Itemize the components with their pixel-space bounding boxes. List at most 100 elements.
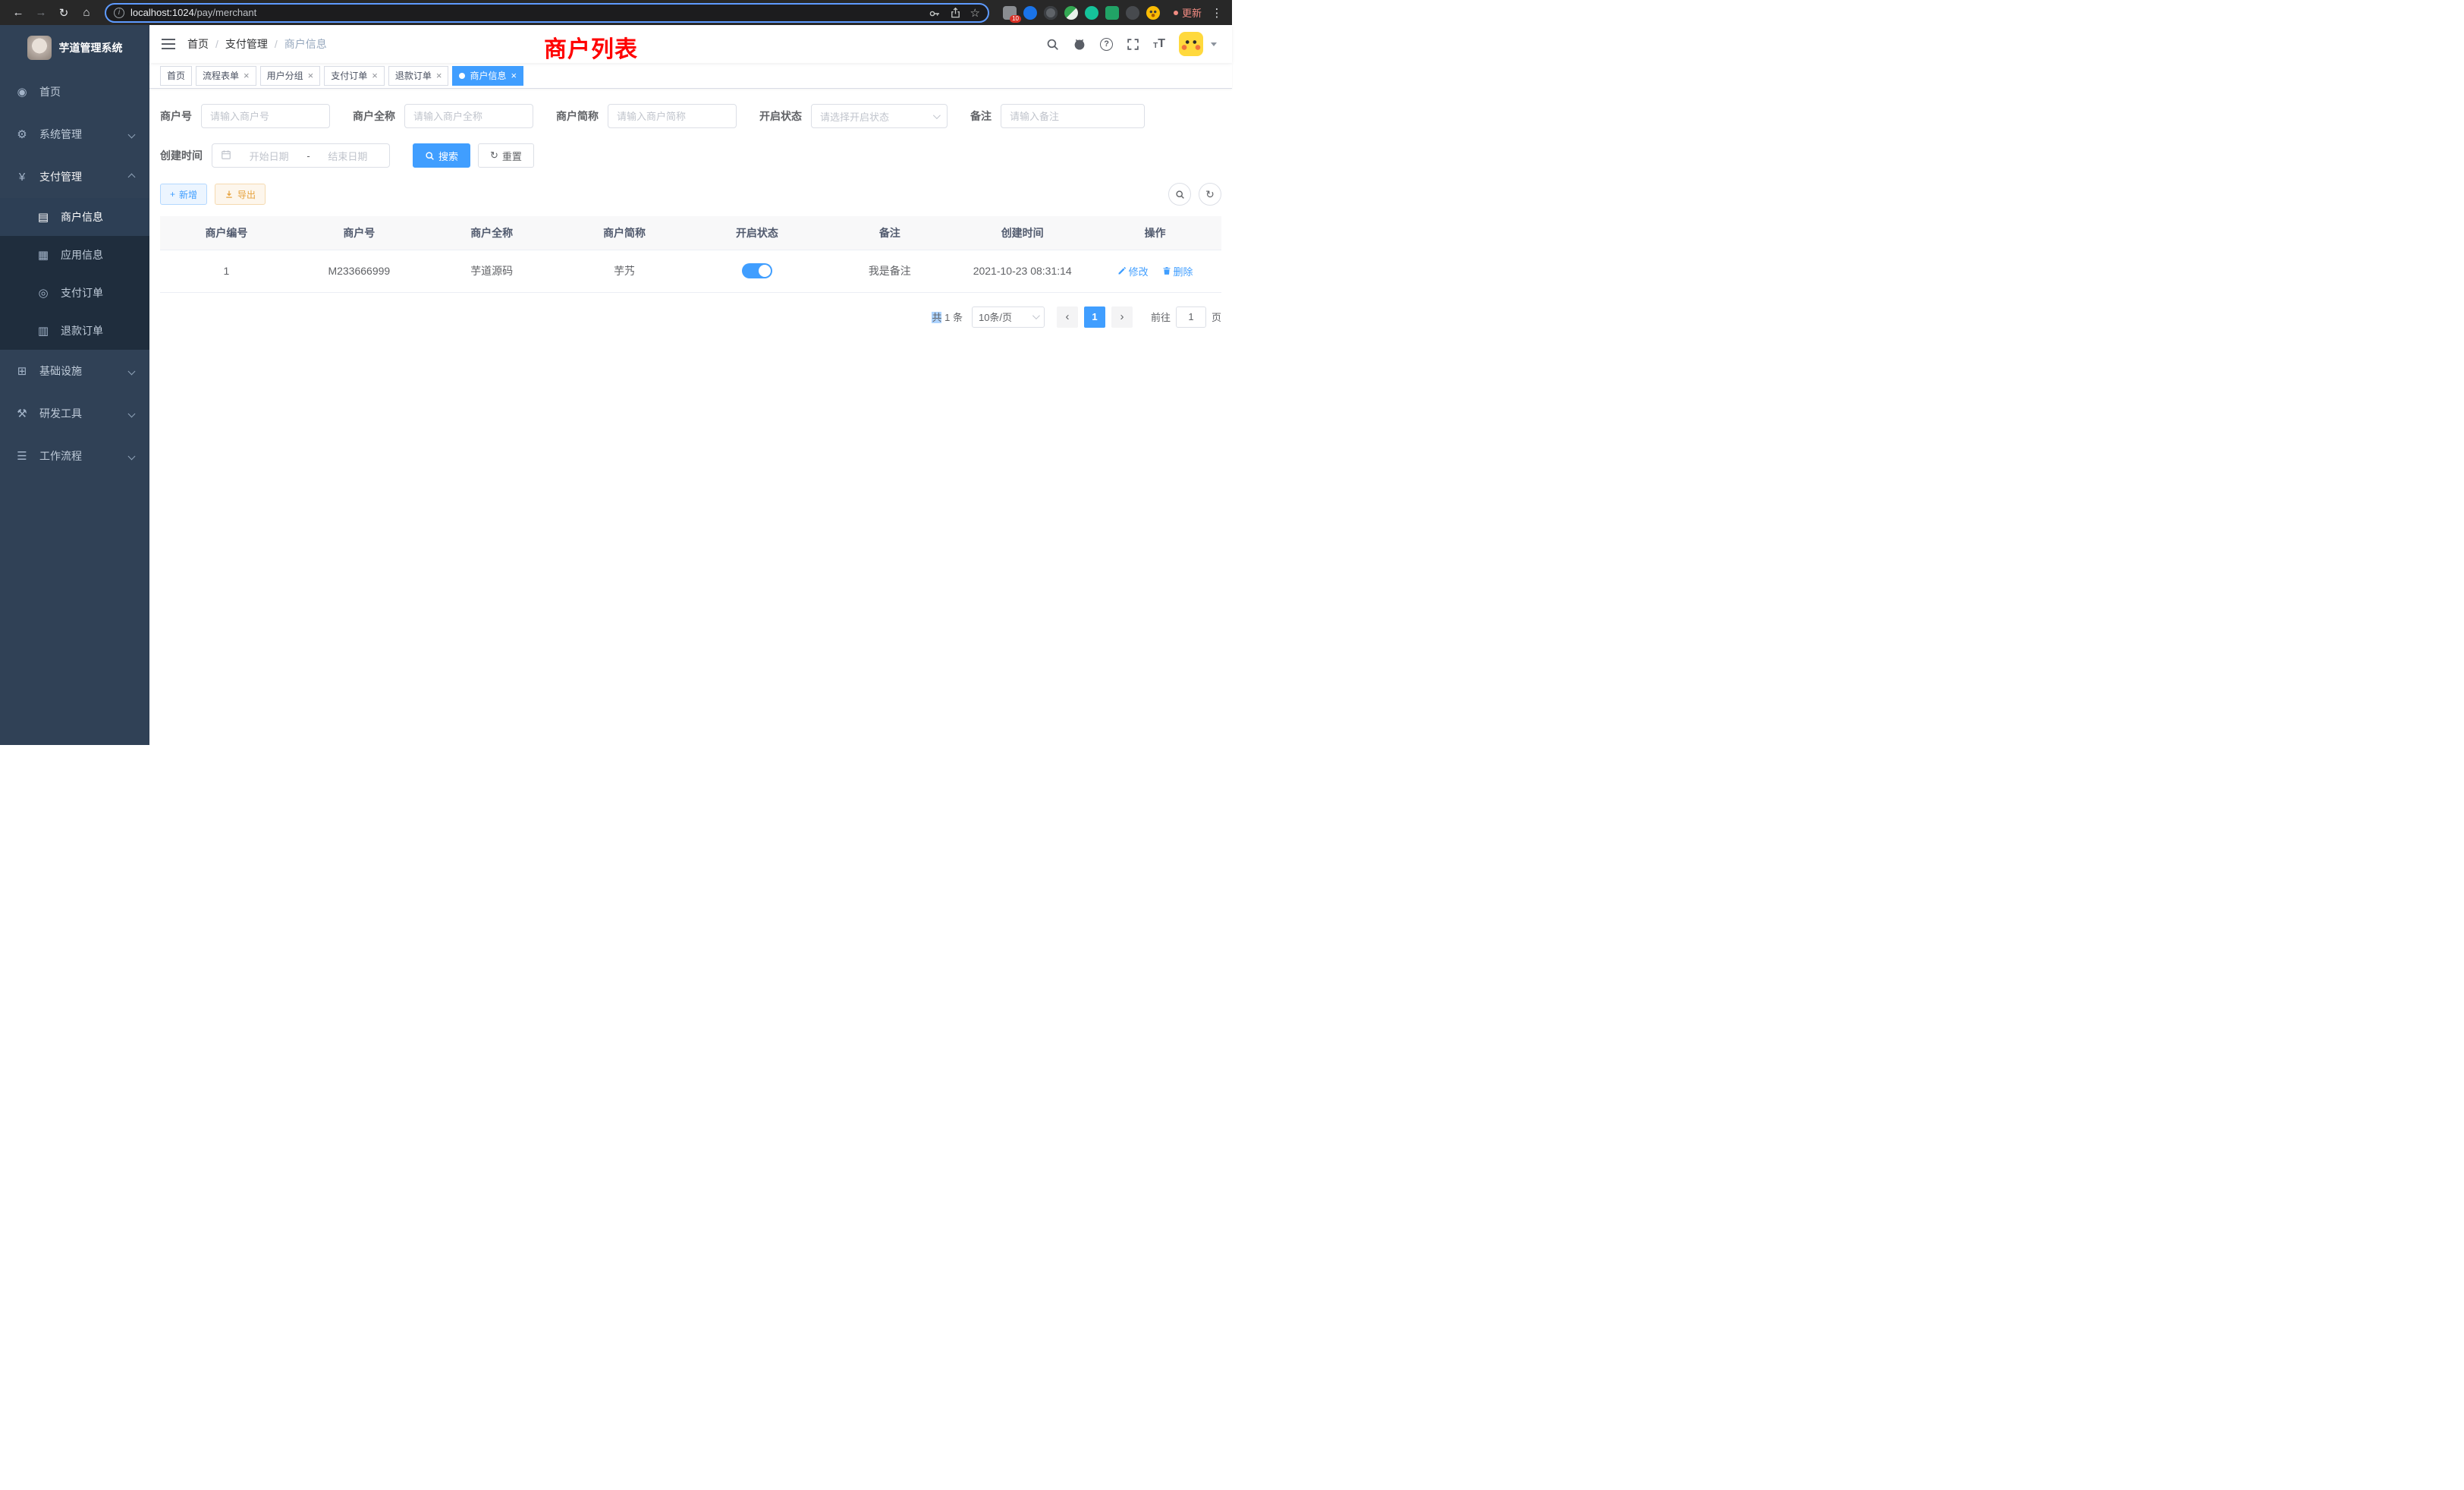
merchant-full-input[interactable] — [413, 111, 524, 122]
browser-menu-icon[interactable]: ⋮ — [1209, 6, 1224, 20]
refresh-table-button[interactable]: ↻ — [1199, 183, 1221, 206]
breadcrumb: 首页 / 支付管理 / 商户信息 — [187, 36, 327, 52]
extensions-puzzle-icon[interactable]: 10 — [1003, 6, 1017, 20]
payment-submenu: ▤ 商户信息 ▦ 应用信息 ◎ 支付订单 ▥ 退款订单 — [0, 198, 149, 350]
breadcrumb-item-current: 商户信息 — [284, 36, 327, 52]
page-button-1[interactable]: 1 — [1084, 306, 1105, 328]
extension-icon[interactable] — [1126, 6, 1139, 20]
browser-update-button[interactable]: 更新 — [1168, 5, 1208, 20]
merchant-short-input[interactable] — [617, 111, 728, 122]
help-icon[interactable]: ? — [1100, 38, 1113, 51]
plus-icon: + — [170, 189, 175, 200]
close-icon[interactable]: × — [308, 71, 314, 80]
site-info-icon[interactable]: i — [114, 8, 124, 18]
sidebar-item-label: 支付订单 — [61, 285, 103, 300]
sidebar-item-refund-orders[interactable]: ▥ 退款订单 — [0, 312, 149, 350]
refund-doc-icon: ▥ — [36, 324, 50, 338]
start-date-placeholder[interactable]: 开始日期 — [236, 149, 302, 163]
reset-button[interactable]: ↻ 重置 — [478, 143, 534, 168]
share-icon[interactable] — [950, 7, 961, 19]
col-merchant-name: 商户全称 — [426, 216, 558, 250]
back-icon[interactable]: ← — [8, 2, 29, 24]
date-range-picker[interactable]: 开始日期 - 结束日期 — [212, 143, 390, 168]
user-menu-caret-icon[interactable] — [1211, 42, 1217, 46]
profile-avatar-icon[interactable] — [1146, 6, 1160, 20]
extension-icon[interactable] — [1085, 6, 1098, 20]
sidebar-item-dev-tools[interactable]: ⚒ 研发工具 — [0, 392, 149, 435]
breadcrumb-item[interactable]: 支付管理 — [225, 36, 268, 52]
edit-link[interactable]: 修改 — [1117, 264, 1149, 278]
merchant-short-label: 商户简称 — [556, 108, 608, 124]
sidebar-item-pay-orders[interactable]: ◎ 支付订单 — [0, 274, 149, 312]
delete-icon — [1162, 266, 1171, 275]
toggle-search-button[interactable] — [1168, 183, 1191, 206]
sidebar-item-system[interactable]: ⚙ 系统管理 — [0, 113, 149, 156]
sidebar-item-workflow[interactable]: ☰ 工作流程 — [0, 435, 149, 477]
sidebar-item-home[interactable]: ◉ 首页 — [0, 71, 149, 113]
close-icon[interactable]: × — [511, 71, 517, 80]
col-merchant-no: 商户号 — [293, 216, 426, 250]
hamburger-icon[interactable] — [162, 39, 175, 49]
next-page-button[interactable]: › — [1111, 306, 1133, 328]
cell-actions: 修改 删除 — [1089, 250, 1221, 292]
user-avatar[interactable] — [1179, 32, 1203, 56]
sidebar-item-payment[interactable]: ¥ 支付管理 — [0, 156, 149, 198]
status-toggle[interactable] — [742, 263, 772, 278]
bookmark-star-icon[interactable]: ☆ — [970, 6, 980, 20]
tab-refund-orders[interactable]: 退款订单 × — [388, 66, 449, 86]
close-icon[interactable]: × — [372, 71, 378, 80]
close-icon[interactable]: × — [436, 71, 442, 80]
github-icon[interactable] — [1073, 37, 1086, 51]
prev-page-button[interactable]: ‹ — [1057, 306, 1078, 328]
fullscreen-icon[interactable] — [1127, 38, 1139, 51]
sidebar-item-label: 退款订单 — [61, 323, 103, 338]
sidebar-item-label: 系统管理 — [39, 127, 82, 142]
tab-user-group[interactable]: 用户分组 × — [260, 66, 321, 86]
workflow-icon: ☰ — [15, 449, 29, 463]
page-size-select[interactable]: 10条/页 — [972, 306, 1045, 328]
col-merchant-id: 商户编号 — [160, 216, 293, 250]
tab-merchant-info[interactable]: 商户信息 × — [452, 66, 523, 86]
close-icon[interactable]: × — [244, 71, 250, 80]
tab-process-form[interactable]: 流程表单 × — [196, 66, 256, 86]
end-date-placeholder[interactable]: 结束日期 — [315, 149, 381, 163]
password-key-icon[interactable] — [929, 7, 941, 19]
sidebar-item-infrastructure[interactable]: ⊞ 基础设施 — [0, 350, 149, 392]
tab-home[interactable]: 首页 — [160, 66, 192, 86]
dashboard-icon: ◉ — [15, 85, 29, 99]
merchant-no-input[interactable] — [210, 111, 321, 122]
browser-home-icon[interactable]: ⌂ — [76, 2, 97, 24]
chevron-down-icon — [128, 452, 136, 460]
chevron-down-icon — [1032, 312, 1040, 319]
app-logo[interactable]: 芋道管理系统 — [0, 25, 149, 71]
active-dot-icon — [459, 73, 465, 79]
sidebar-item-label: 工作流程 — [39, 448, 82, 464]
cell-create-time: 2021-10-23 08:31:14 — [956, 250, 1089, 292]
cell-remark: 我是备注 — [823, 250, 956, 292]
browser-toolbar: ← → ↻ ⌂ i localhost:1024/pay/merchant ☆ … — [0, 0, 1232, 25]
breadcrumb-item[interactable]: 首页 — [187, 36, 209, 52]
tab-pay-orders[interactable]: 支付订单 × — [324, 66, 385, 86]
sidebar: 芋道管理系统 ◉ 首页 ⚙ 系统管理 ¥ 支付管理 ▤ 商户信息 — [0, 25, 149, 745]
sidebar-item-merchant-info[interactable]: ▤ 商户信息 — [0, 198, 149, 236]
extension-badge: 10 — [1010, 15, 1021, 23]
reload-icon[interactable]: ↻ — [53, 2, 74, 24]
extension-icon[interactable] — [1064, 6, 1078, 20]
add-button[interactable]: + 新增 — [160, 184, 207, 205]
font-size-icon[interactable]: TT — [1153, 38, 1165, 50]
address-bar[interactable]: i localhost:1024/pay/merchant ☆ — [105, 3, 989, 23]
export-button[interactable]: 导出 — [215, 184, 266, 205]
sidebar-item-app-info[interactable]: ▦ 应用信息 — [0, 236, 149, 274]
chevron-down-icon — [128, 410, 136, 417]
forward-icon[interactable]: → — [30, 2, 52, 24]
remark-input[interactable] — [1010, 111, 1136, 122]
goto-page-input[interactable] — [1176, 306, 1206, 328]
extension-icon[interactable] — [1044, 6, 1058, 20]
status-select[interactable]: 请选择开启状态 — [811, 104, 948, 128]
extension-icon[interactable] — [1105, 6, 1119, 20]
extension-icon[interactable] — [1023, 6, 1037, 20]
pagination: 共 1 条 10条/页 ‹ 1 › 前往 页 — [160, 306, 1221, 328]
search-icon[interactable] — [1046, 38, 1059, 51]
delete-link[interactable]: 删除 — [1162, 264, 1193, 278]
search-button[interactable]: 搜索 — [413, 143, 470, 168]
